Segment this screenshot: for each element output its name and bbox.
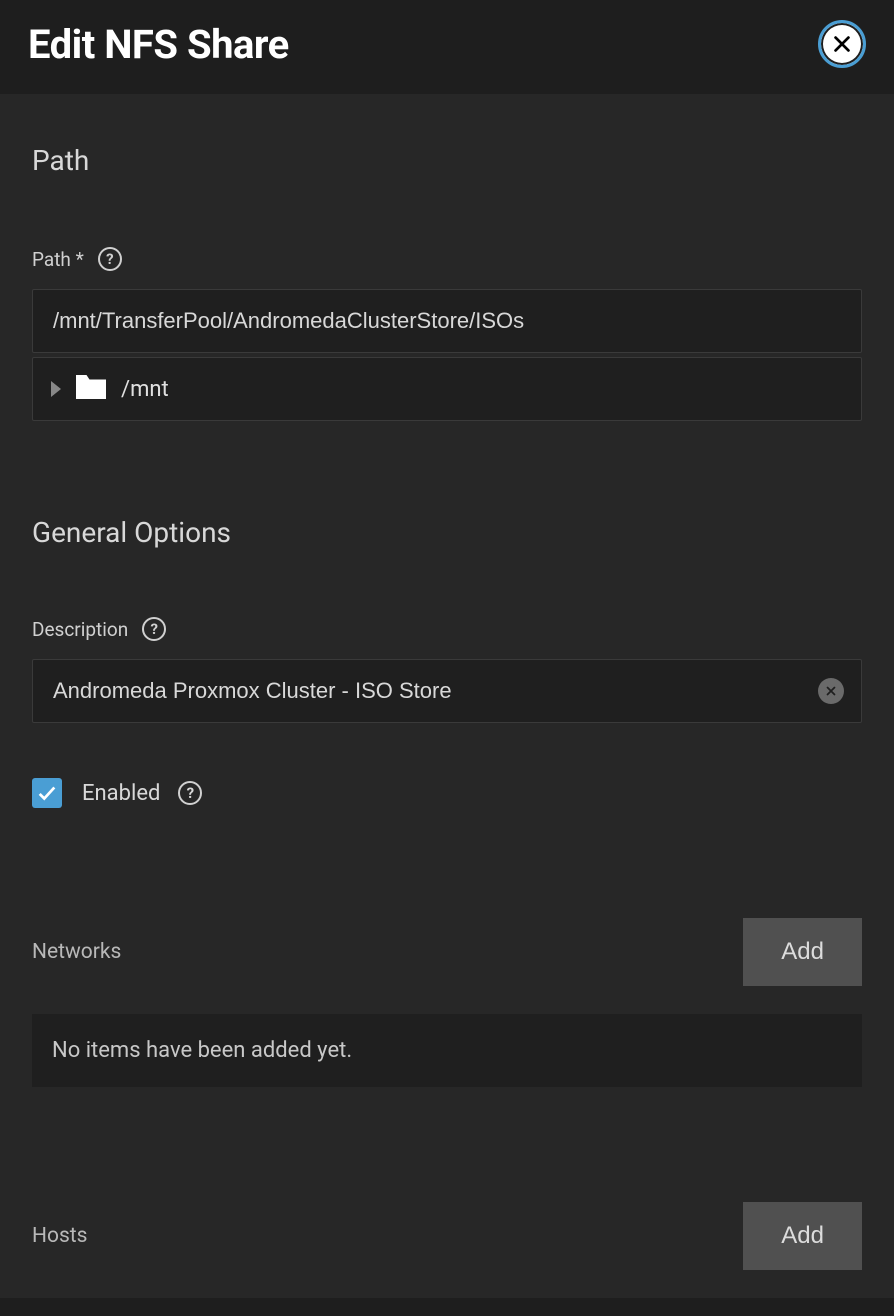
description-label-text: Description <box>32 618 128 641</box>
description-input-wrap <box>32 659 862 723</box>
help-icon[interactable]: ? <box>98 247 122 271</box>
dialog-title: Edit NFS Share <box>28 21 289 68</box>
enabled-label-text: Enabled <box>82 781 160 806</box>
path-section-heading: Path <box>32 144 862 177</box>
general-section-heading: General Options <box>32 516 862 549</box>
hosts-header: Hosts Add <box>32 1202 862 1270</box>
enabled-row: Enabled ? <box>32 778 862 808</box>
folder-icon <box>73 372 109 406</box>
path-field-label: Path * ? <box>32 247 862 271</box>
description-field-label: Description ? <box>32 617 862 641</box>
close-icon <box>824 684 838 698</box>
hosts-add-button[interactable]: Add <box>743 1202 862 1270</box>
help-icon[interactable]: ? <box>178 781 202 805</box>
chevron-right-icon <box>51 381 61 397</box>
enabled-checkbox[interactable] <box>32 778 62 808</box>
dialog-header: Edit NFS Share <box>0 0 894 88</box>
networks-empty-message: No items have been added yet. <box>32 1014 862 1087</box>
help-icon[interactable]: ? <box>142 617 166 641</box>
enabled-label: Enabled ? <box>82 781 202 806</box>
close-icon <box>831 33 853 55</box>
clear-button[interactable] <box>818 678 844 704</box>
description-input[interactable] <box>32 659 862 723</box>
path-tree-label: /mnt <box>121 377 169 402</box>
networks-add-button[interactable]: Add <box>743 918 862 986</box>
close-button[interactable] <box>818 20 866 68</box>
networks-header: Networks Add <box>32 918 862 986</box>
dialog-body: Path Path * ? /mnt General Options Descr… <box>0 94 894 1298</box>
path-input[interactable] <box>32 289 862 353</box>
networks-label: Networks <box>32 940 121 964</box>
check-icon <box>36 782 58 804</box>
path-tree-node[interactable]: /mnt <box>32 357 862 421</box>
path-label-text: Path * <box>32 248 84 271</box>
hosts-label: Hosts <box>32 1224 88 1248</box>
